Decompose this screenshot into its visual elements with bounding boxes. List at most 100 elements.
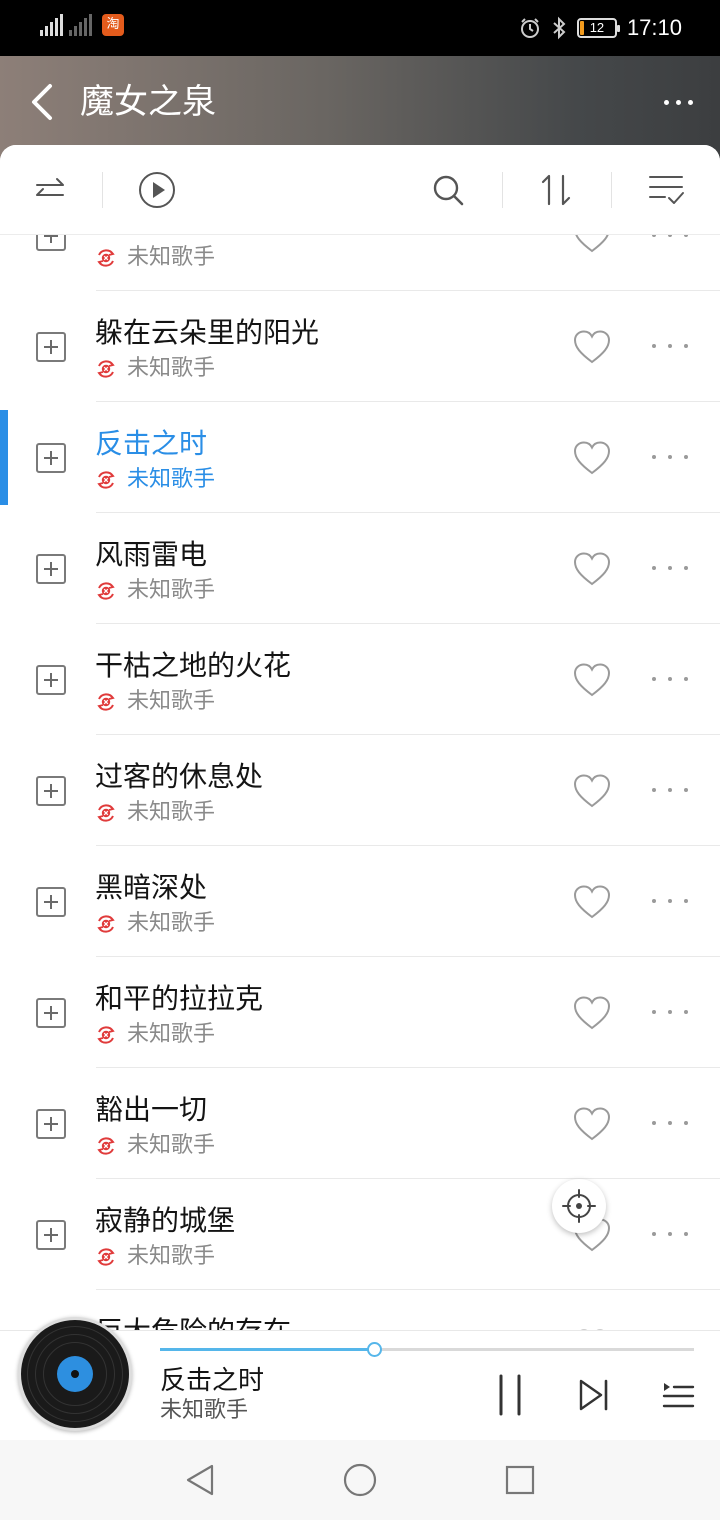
favorite-button[interactable]	[572, 995, 612, 1031]
now-playing-title[interactable]: 反击之时	[160, 1363, 264, 1399]
song-artist: 未知歌手	[127, 1133, 216, 1158]
add-to-playlist-button[interactable]	[36, 998, 66, 1028]
artist-line: 未知歌手	[95, 243, 215, 273]
add-to-playlist-button[interactable]	[36, 665, 66, 695]
song-row-active[interactable]: 反击之时 未知歌手	[0, 402, 720, 513]
favorite-button[interactable]	[572, 235, 612, 254]
add-to-playlist-button[interactable]	[36, 332, 66, 362]
artist-line: 未知歌手	[95, 798, 215, 828]
download-failed-icon	[97, 804, 115, 822]
song-artist: 未知歌手	[127, 356, 216, 381]
song-row[interactable]: 黑暗深处 未知歌手	[0, 846, 720, 957]
next-track-button[interactable]	[572, 1373, 616, 1417]
artist-line: 未知歌手	[95, 687, 215, 717]
song-row[interactable]: 豁出一切 未知歌手	[0, 1068, 720, 1179]
song-list-card: 未知歌手 躲在云朵里的阳光 未知歌手 反击之时 未知歌手 风雨雷电 未知歌手 干枯之地的火花未…	[0, 145, 720, 1330]
status-bar-left: 淘	[40, 14, 124, 36]
song-more-button[interactable]	[652, 669, 688, 689]
favorite-button[interactable]	[572, 662, 612, 698]
more-dots-icon	[652, 566, 656, 570]
song-more-button[interactable]	[652, 1224, 688, 1244]
system-nav-bar	[0, 1440, 720, 1520]
list-toolbar	[0, 145, 720, 235]
sort-button[interactable]	[534, 168, 578, 212]
back-button[interactable]	[22, 78, 62, 126]
add-to-playlist-button[interactable]	[36, 554, 66, 584]
playlist-button[interactable]	[656, 1373, 700, 1417]
more-horizontal-icon	[663, 99, 669, 105]
now-playing-artist[interactable]: 未知歌手	[160, 1397, 248, 1425]
song-title: 巨大危险的存在	[95, 1314, 291, 1330]
more-options-button[interactable]	[656, 80, 700, 124]
multi-select-button[interactable]	[644, 168, 688, 212]
play-circle-icon	[139, 172, 175, 208]
song-row[interactable]: 未知歌手	[0, 235, 720, 291]
favorite-button[interactable]	[572, 440, 612, 476]
album-disc-icon[interactable]	[18, 1317, 132, 1431]
pause-button[interactable]	[488, 1373, 532, 1417]
add-to-playlist-button[interactable]	[36, 235, 66, 251]
download-failed-icon	[97, 1248, 115, 1266]
song-more-button[interactable]	[652, 235, 688, 245]
cellular-signal-icon	[40, 14, 63, 36]
chevron-left-icon	[32, 84, 52, 120]
add-to-playlist-button[interactable]	[36, 443, 66, 473]
nav-home-button[interactable]	[338, 1458, 382, 1502]
progress-knob[interactable]	[366, 1342, 382, 1357]
favorite-button[interactable]	[572, 329, 612, 365]
song-row[interactable]: 干枯之地的火花 未知歌手	[0, 624, 720, 735]
song-row[interactable]: 躲在云朵里的阳光 未知歌手	[0, 291, 720, 402]
favorite-button[interactable]	[572, 884, 612, 920]
song-more-button[interactable]	[652, 891, 688, 911]
more-dots-icon	[652, 344, 656, 348]
song-row[interactable]: 过客的休息处 未知歌手	[0, 735, 720, 846]
download-failed-icon	[97, 693, 115, 711]
more-dots-icon	[652, 1010, 656, 1014]
song-more-button[interactable]	[652, 336, 688, 356]
download-failed-icon	[97, 915, 115, 933]
favorite-button[interactable]	[572, 551, 612, 587]
song-more-button[interactable]	[652, 558, 688, 578]
heart-icon	[573, 663, 611, 697]
shuffle-button[interactable]	[29, 168, 73, 212]
search-button[interactable]	[426, 168, 470, 212]
play-all-button[interactable]	[135, 168, 179, 212]
song-row[interactable]: 寂静的城堡 未知歌手	[0, 1179, 720, 1290]
more-dots-icon	[652, 677, 656, 681]
download-failed-icon	[97, 1026, 115, 1044]
progress-bar[interactable]	[160, 1342, 694, 1357]
song-row[interactable]: 巨大危险的存在未知歌手	[0, 1290, 720, 1330]
song-more-button[interactable]	[652, 780, 688, 800]
heart-icon	[573, 441, 611, 475]
nav-recents-button[interactable]	[498, 1458, 542, 1502]
locate-current-song-button[interactable]	[552, 1179, 606, 1233]
battery-level: 12	[589, 20, 605, 35]
song-more-button[interactable]	[652, 447, 688, 467]
more-dots-icon	[652, 788, 656, 792]
taobao-notification-icon: 淘	[102, 14, 124, 36]
progress-fill	[160, 1348, 374, 1351]
more-dots-icon	[652, 1121, 656, 1125]
add-to-playlist-button[interactable]	[36, 887, 66, 917]
more-dots-icon	[652, 455, 656, 459]
nav-back-button[interactable]	[178, 1458, 222, 1502]
song-more-button[interactable]	[652, 1113, 688, 1133]
song-title: 反击之时	[95, 427, 208, 460]
artist-line: 未知歌手	[95, 1020, 215, 1050]
add-to-playlist-button[interactable]	[36, 1220, 66, 1250]
song-more-button[interactable]	[652, 1002, 688, 1022]
favorite-button[interactable]	[572, 773, 612, 809]
heart-icon	[573, 996, 611, 1030]
song-artist: 未知歌手	[127, 689, 216, 714]
clock: 17:10	[626, 15, 682, 40]
artist-line: 未知歌手	[95, 465, 215, 495]
song-row[interactable]: 风雨雷电 未知歌手	[0, 513, 720, 624]
favorite-button[interactable]	[572, 1106, 612, 1142]
download-failed-icon	[97, 1137, 115, 1155]
song-artist: 未知歌手	[127, 578, 216, 603]
song-artist: 未知歌手	[127, 1244, 216, 1269]
add-to-playlist-button[interactable]	[36, 776, 66, 806]
song-row[interactable]: 和平的拉拉克 未知歌手	[0, 957, 720, 1068]
add-to-playlist-button[interactable]	[36, 1109, 66, 1139]
sort-icon	[541, 174, 571, 206]
